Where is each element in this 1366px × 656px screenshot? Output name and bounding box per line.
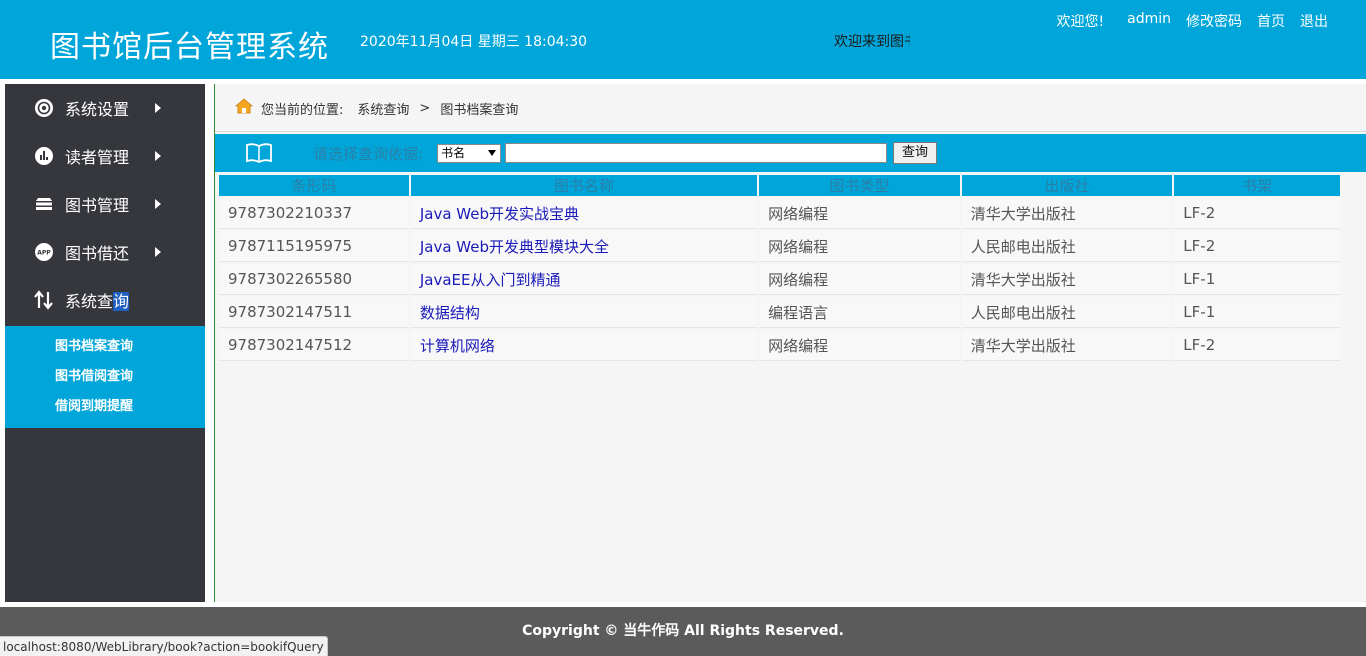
selected-text: 询 — [113, 292, 130, 311]
barcode-cell: 9787115195975 — [219, 231, 409, 262]
submenu-item-book-archive-query[interactable]: 图书档案查询 — [5, 332, 205, 362]
book-icon — [245, 142, 273, 164]
table-row: 9787302265580 JavaEE从入门到精通 网络编程 清华大学出版社 … — [219, 264, 1340, 295]
shelf-cell: LF-2 — [1174, 198, 1340, 229]
column-header: 出版社 — [961, 175, 1173, 196]
book-title-link[interactable]: Java Web开发实战宝典 — [420, 205, 579, 223]
shelf-cell: LF-1 — [1174, 264, 1340, 295]
sidebar-item-label: 图书管理 — [65, 196, 130, 215]
publisher-cell: 人民邮电出版社 — [961, 297, 1173, 328]
table-row: 9787302147512 计算机网络 网络编程 清华大学出版社 LF-2 — [219, 330, 1340, 361]
home-link[interactable]: 首页 — [1257, 11, 1285, 31]
query-button[interactable]: 查询 — [893, 142, 938, 164]
table-header-row: 条形码 图书名称 图书类型 出版社 书架 — [219, 175, 1340, 196]
sidebar-item-book-management[interactable]: 图书管理 — [5, 180, 205, 228]
browser-status-url: localhost:8080/WebLibrary/book?action=bo… — [0, 636, 328, 656]
title-cell: 数据结构 — [410, 297, 758, 328]
welcome-text: 欢迎您! — [1056, 14, 1105, 30]
main-content: 您当前的位置: 系统查询 > 图书档案查询 请选择查询依据: 书名 查询 条形码… — [214, 84, 1366, 602]
breadcrumb-page: 图书档案查询 — [440, 102, 519, 118]
sidebar-item-label: 读者管理 — [65, 148, 130, 167]
table-row: 9787115195975 Java Web开发典型模块大全 网络编程 人民邮电… — [219, 231, 1340, 262]
svg-text:APP: APP — [37, 250, 51, 257]
title-cell: Java Web开发典型模块大全 — [410, 231, 758, 262]
column-header: 图书类型 — [759, 175, 960, 196]
top-nav: 欢迎您! admin 修改密码 首页 退出 — [1057, 11, 1329, 31]
sidebar-item-label: 系统查询 — [65, 292, 130, 311]
book-table: 条形码 图书名称 图书类型 出版社 书架 9787302210337 Java … — [217, 173, 1342, 363]
divider — [215, 131, 1366, 132]
sidebar-item-system-settings[interactable]: 系统设置 — [5, 84, 205, 132]
publisher-cell: 清华大学出版社 — [961, 330, 1173, 361]
books-icon — [33, 193, 55, 215]
datetime: 2020年11月04日 星期三 18:04:30 — [360, 34, 588, 50]
shelf-cell: LF-2 — [1174, 330, 1340, 361]
shelf-cell: LF-1 — [1174, 297, 1340, 328]
column-header: 条形码 — [219, 175, 409, 196]
welcome-marquee: 欢迎来到图书 — [834, 34, 910, 50]
sidebar: 系统设置 读者管理 图书管理 APP 图书借还 系统查询 图书档案查询 图书借阅… — [5, 84, 205, 602]
type-cell: 网络编程 — [759, 198, 960, 229]
barcode-cell: 9787302147512 — [219, 330, 409, 361]
submenu: 图书档案查询 图书借阅查询 借阅到期提醒 — [5, 326, 205, 428]
breadcrumb-prefix: 您当前的位置: — [261, 102, 344, 118]
change-password-link[interactable]: 修改密码 — [1186, 11, 1242, 31]
type-cell: 网络编程 — [759, 264, 960, 295]
sidebar-item-label: 系统设置 — [65, 100, 130, 119]
chevron-right-icon — [155, 247, 161, 257]
chevron-right-icon — [155, 199, 161, 209]
table-row: 9787302147511 数据结构 编程语言 人民邮电出版社 LF-1 — [219, 297, 1340, 328]
sidebar-item-borrow-return[interactable]: APP 图书借还 — [5, 228, 205, 276]
chevron-right-icon — [155, 103, 161, 113]
publisher-cell: 人民邮电出版社 — [961, 231, 1173, 262]
search-criteria-label: 请选择查询依据: — [313, 144, 424, 163]
username: admin — [1127, 11, 1171, 27]
title-cell: JavaEE从入门到精通 — [410, 264, 758, 295]
barcode-cell: 9787302210337 — [219, 198, 409, 229]
app-icon: APP — [33, 241, 55, 263]
dropdown-arrow-icon — [488, 149, 497, 156]
publisher-cell: 清华大学出版社 — [961, 264, 1173, 295]
shelf-cell: LF-2 — [1174, 231, 1340, 262]
book-title-link[interactable]: 计算机网络 — [420, 337, 495, 355]
app-title: 图书馆后台管理系统 — [50, 30, 329, 65]
table-row: 9787302210337 Java Web开发实战宝典 网络编程 清华大学出版… — [219, 198, 1340, 229]
search-toolbar: 请选择查询依据: 书名 查询 — [215, 134, 1366, 172]
book-title-link[interactable]: 数据结构 — [420, 304, 480, 322]
title-cell: 计算机网络 — [410, 330, 758, 361]
search-input[interactable] — [505, 143, 888, 163]
sidebar-item-system-query[interactable]: 系统查询 — [5, 276, 205, 324]
title-cell: Java Web开发实战宝典 — [410, 198, 758, 229]
sort-arrows-icon — [33, 289, 55, 311]
column-header: 图书名称 — [410, 175, 758, 196]
home-icon — [234, 98, 254, 118]
type-cell: 网络编程 — [759, 231, 960, 262]
publisher-cell: 清华大学出版社 — [961, 198, 1173, 229]
chevron-right-icon — [155, 151, 161, 161]
logout-link[interactable]: 退出 — [1300, 11, 1328, 31]
breadcrumb: 您当前的位置: 系统查询 > 图书档案查询 — [234, 98, 519, 118]
header: 图书馆后台管理系统 2020年11月04日 星期三 18:04:30 欢迎来到图… — [0, 0, 1366, 79]
chart-icon — [33, 145, 55, 167]
book-title-link[interactable]: JavaEE从入门到精通 — [420, 271, 561, 289]
sidebar-item-reader-management[interactable]: 读者管理 — [5, 132, 205, 180]
type-cell: 编程语言 — [759, 297, 960, 328]
submenu-item-borrow-query[interactable]: 图书借阅查询 — [5, 362, 205, 392]
barcode-cell: 9787302147511 — [219, 297, 409, 328]
book-title-link[interactable]: Java Web开发典型模块大全 — [420, 238, 609, 256]
column-header: 书架 — [1174, 175, 1340, 196]
barcode-cell: 9787302265580 — [219, 264, 409, 295]
breadcrumb-section: 系统查询 — [357, 102, 410, 118]
criteria-select[interactable]: 书名 — [437, 143, 502, 163]
submenu-item-due-reminder[interactable]: 借阅到期提醒 — [5, 392, 205, 422]
type-cell: 网络编程 — [759, 330, 960, 361]
sidebar-item-label: 图书借还 — [65, 244, 130, 263]
breadcrumb-separator: > — [419, 100, 431, 116]
gear-icon — [33, 97, 55, 119]
